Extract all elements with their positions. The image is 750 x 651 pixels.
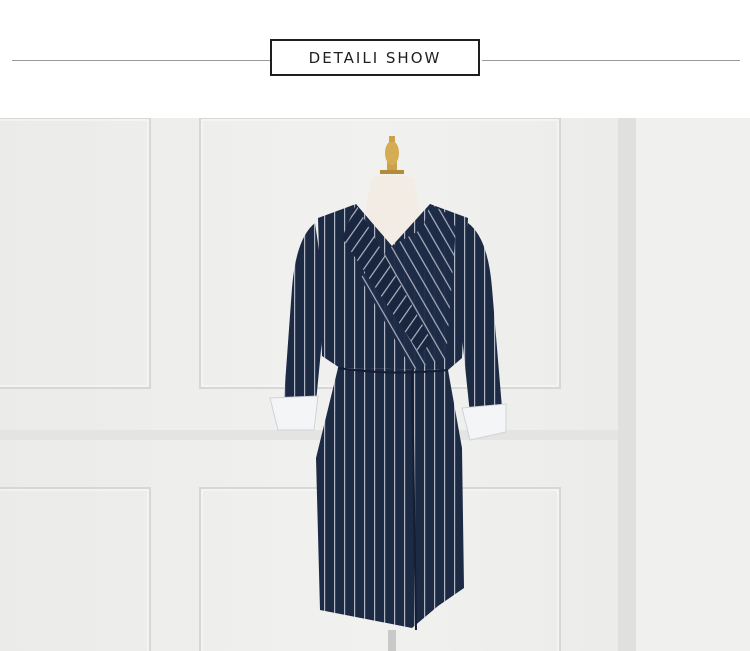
header-divider-left — [12, 60, 270, 61]
dress-on-mannequin-image — [0, 118, 750, 651]
section-title-box: DETAILI SHOW — [270, 39, 480, 76]
section-title: DETAILI SHOW — [308, 48, 442, 67]
header-divider-right — [482, 60, 740, 61]
page: DETAILI SHOW — [0, 0, 750, 651]
product-photo — [0, 118, 750, 651]
section-header: DETAILI SHOW — [0, 0, 750, 118]
